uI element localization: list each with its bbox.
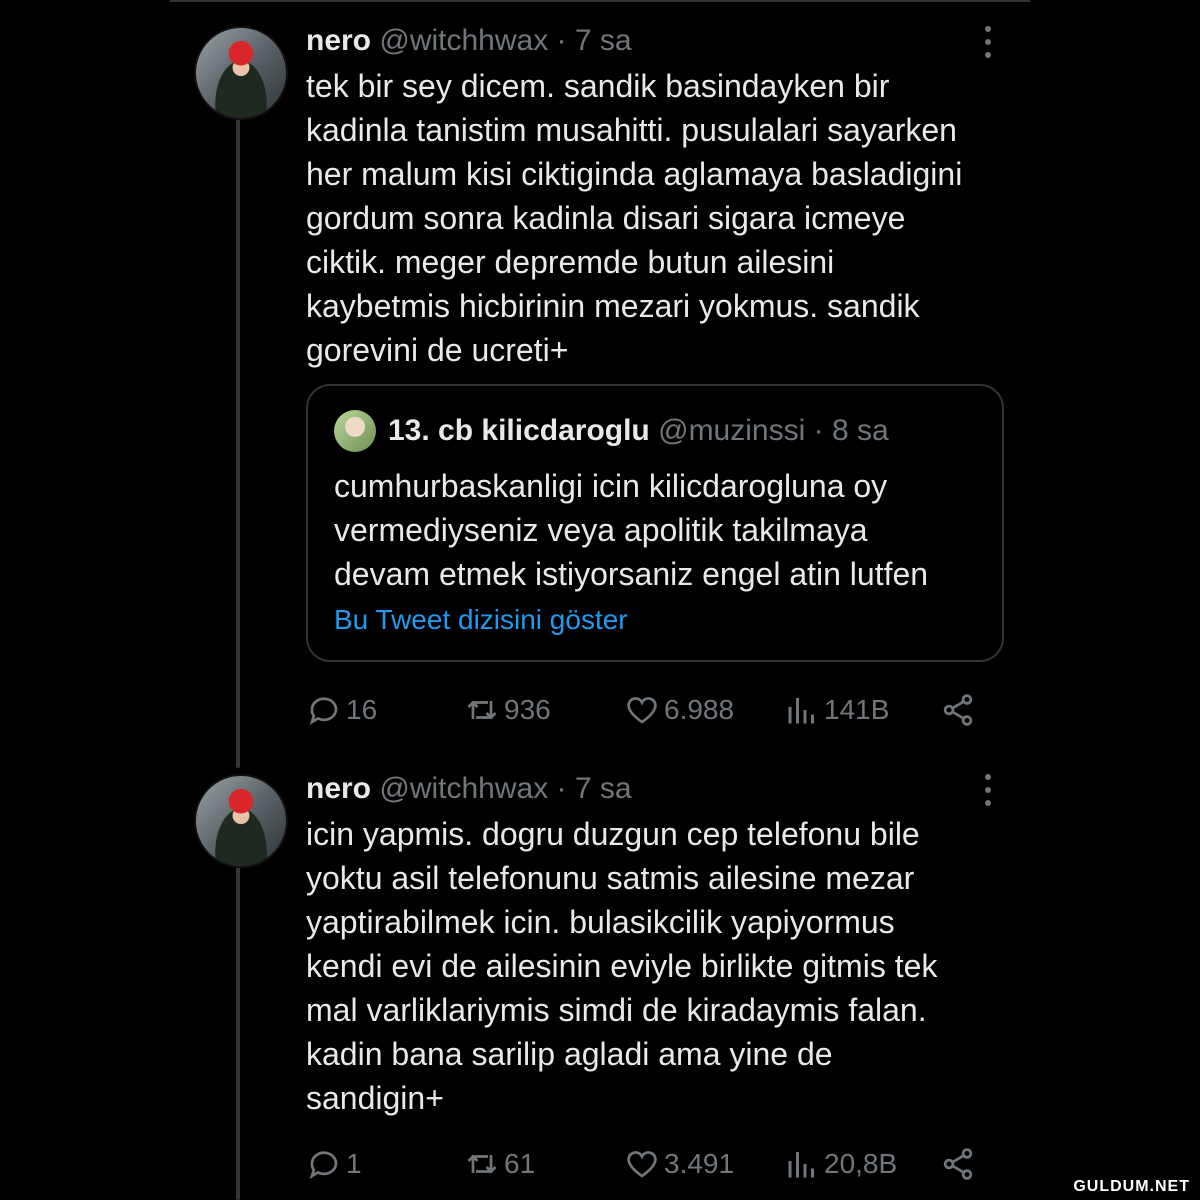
tweet-text: icin yapmis. dogru duzgun cep telefonu b… bbox=[306, 816, 938, 1116]
separator-dot: · bbox=[813, 414, 824, 447]
avatar[interactable] bbox=[194, 774, 288, 868]
separator-dot: · bbox=[556, 24, 567, 57]
quoted-avatar bbox=[334, 410, 376, 452]
tweet-header: nero @witchhwax · 7 sa bbox=[306, 24, 632, 58]
reply-button[interactable]: 16 bbox=[306, 688, 377, 732]
top-divider bbox=[170, 0, 1030, 2]
reply-icon bbox=[309, 697, 338, 725]
quoted-tweet[interactable]: 13. cb kilicdaroglu @muzinssi · 8 sa cum… bbox=[306, 384, 1004, 662]
tweet-text: tek bir sey dicem. sandik basindayken bi… bbox=[306, 68, 963, 368]
share-button[interactable] bbox=[940, 688, 980, 732]
view-count: 141B bbox=[824, 694, 890, 725]
action-bar: 1 61 3.491 20,8B bbox=[306, 1142, 1006, 1186]
quoted-timestamp: 8 sa bbox=[831, 414, 889, 447]
quoted-header: 13. cb kilicdaroglu @muzinssi · 8 sa bbox=[388, 414, 889, 448]
thread-connector bbox=[236, 118, 240, 768]
views-icon bbox=[788, 1152, 814, 1178]
tweet-header: nero @witchhwax · 7 sa bbox=[306, 772, 632, 806]
view-count: 20,8B bbox=[824, 1148, 898, 1179]
share-button[interactable] bbox=[940, 1142, 980, 1186]
views-button[interactable]: 141B bbox=[784, 688, 889, 732]
author-name[interactable]: nero bbox=[306, 24, 371, 57]
separator-dot: · bbox=[556, 772, 567, 805]
author-handle[interactable]: @witchhwax bbox=[379, 772, 548, 805]
avatar[interactable] bbox=[194, 26, 288, 120]
like-count: 6.988 bbox=[664, 694, 735, 725]
more-options-icon[interactable] bbox=[978, 22, 998, 62]
reply-button[interactable]: 1 bbox=[306, 1142, 362, 1186]
more-options-icon[interactable] bbox=[978, 770, 998, 810]
heart-icon bbox=[627, 697, 657, 724]
timestamp[interactable]: 7 sa bbox=[575, 772, 632, 805]
author-name[interactable]: nero bbox=[306, 772, 371, 805]
site-watermark: GULDUM.NET bbox=[1073, 1178, 1190, 1195]
retweet-count: 936 bbox=[504, 694, 551, 725]
retweet-icon bbox=[467, 700, 497, 720]
quoted-text: cumhurbaskanligi icin kilicdarogluna oy … bbox=[334, 468, 929, 592]
timestamp[interactable]: 7 sa bbox=[575, 24, 632, 57]
share-icon bbox=[943, 694, 973, 726]
like-button[interactable]: 6.988 bbox=[624, 688, 734, 732]
retweet-icon bbox=[467, 1154, 497, 1174]
author-handle[interactable]: @witchhwax bbox=[379, 24, 548, 57]
quoted-author-handle: @muzinssi bbox=[658, 414, 806, 447]
retweet-button[interactable]: 61 bbox=[464, 1142, 535, 1186]
reply-count: 16 bbox=[346, 694, 378, 725]
reply-icon bbox=[309, 1151, 338, 1179]
retweet-button[interactable]: 936 bbox=[464, 688, 551, 732]
like-button[interactable]: 3.491 bbox=[624, 1142, 734, 1186]
thread-connector-2 bbox=[236, 864, 240, 1200]
action-bar: 16 936 6.988 141B bbox=[306, 688, 1006, 732]
retweet-count: 61 bbox=[504, 1148, 536, 1179]
like-count: 3.491 bbox=[664, 1148, 735, 1179]
show-thread-link[interactable]: Bu Tweet dizisini göster bbox=[334, 604, 628, 636]
share-icon bbox=[943, 1148, 973, 1180]
views-icon bbox=[788, 698, 814, 724]
views-button[interactable]: 20,8B bbox=[784, 1142, 897, 1186]
quoted-author-name: 13. cb kilicdaroglu bbox=[388, 414, 650, 447]
reply-count: 1 bbox=[346, 1148, 362, 1179]
heart-icon bbox=[627, 1151, 657, 1178]
